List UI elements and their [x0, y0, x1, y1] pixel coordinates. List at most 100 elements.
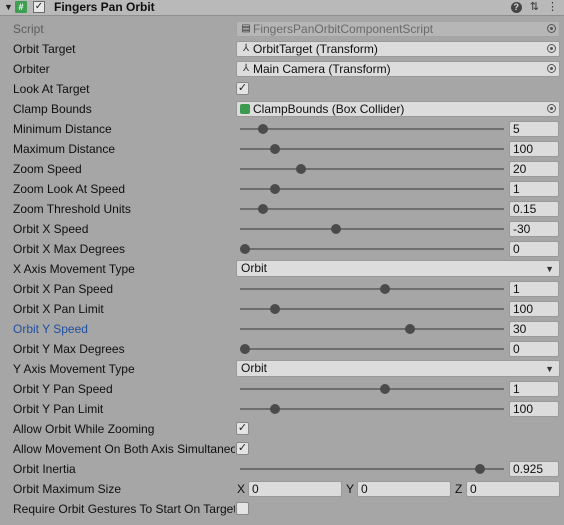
- field-label: Zoom Speed: [13, 162, 82, 176]
- slider-thumb[interactable]: [295, 164, 306, 174]
- slider-thumb[interactable]: [331, 224, 342, 234]
- slider[interactable]: [236, 179, 504, 199]
- field-label: Zoom Threshold Units: [13, 202, 131, 216]
- help-icon[interactable]: ?: [510, 2, 522, 13]
- field-label: Orbit Y Pan Limit: [13, 402, 104, 416]
- number-field[interactable]: 100: [509, 141, 559, 157]
- slider-track[interactable]: [240, 288, 504, 290]
- field-label: Minimum Distance: [13, 122, 112, 136]
- row-orbit-y-pan-speed: Orbit Y Pan Speed 1: [0, 379, 564, 399]
- field-label: Y Axis Movement Type: [13, 362, 135, 376]
- presets-icon[interactable]: ⇅: [530, 0, 539, 15]
- row-orbit-target: Orbit Target ⅄ OrbitTarget (Transform): [0, 39, 564, 59]
- row-allow-movement-both-axis: Allow Movement On Both Axis Simultaneous…: [0, 439, 564, 459]
- field-label: Zoom Look At Speed: [13, 182, 126, 196]
- slider[interactable]: [236, 159, 504, 179]
- slider[interactable]: [236, 399, 504, 419]
- dropdown-value: Orbit: [241, 361, 268, 375]
- object-picker-icon[interactable]: [547, 64, 556, 73]
- slider-thumb[interactable]: [240, 244, 250, 254]
- allow-movement-both-axis-checkbox[interactable]: ✓: [236, 442, 249, 455]
- slider[interactable]: [236, 319, 504, 339]
- row-orbit-y-speed: Orbit Y Speed 30: [0, 319, 564, 339]
- number-field[interactable]: 1: [509, 181, 559, 197]
- slider[interactable]: [236, 219, 504, 239]
- slider-thumb[interactable]: [270, 184, 281, 194]
- row-orbit-inertia: Orbit Inertia 0.925: [0, 459, 564, 479]
- clamp-bounds-object-field[interactable]: ClampBounds (Box Collider): [236, 101, 560, 117]
- number-field[interactable]: -30: [509, 221, 559, 237]
- number-field[interactable]: 20: [509, 161, 559, 177]
- slider-track[interactable]: [240, 348, 504, 350]
- row-zoom-speed: Zoom Speed 20: [0, 159, 564, 179]
- number-field[interactable]: 100: [509, 301, 559, 317]
- row-maximum-distance: Maximum Distance 100: [0, 139, 564, 159]
- slider-thumb[interactable]: [270, 304, 281, 314]
- number-field[interactable]: 5: [509, 121, 559, 137]
- slider-track[interactable]: [240, 128, 504, 130]
- slider-track[interactable]: [240, 248, 504, 250]
- row-x-axis-movement-type: X Axis Movement Type Orbit ▼: [0, 259, 564, 279]
- number-field[interactable]: 0.925: [509, 461, 559, 477]
- slider-track[interactable]: [240, 328, 504, 330]
- slider[interactable]: [236, 139, 504, 159]
- slider-thumb[interactable]: [474, 464, 485, 474]
- slider-track[interactable]: [240, 468, 504, 470]
- slider-thumb[interactable]: [405, 324, 416, 334]
- y-axis-movement-type-dropdown[interactable]: Orbit ▼: [236, 360, 560, 377]
- slider[interactable]: [236, 239, 504, 259]
- slider-track[interactable]: [240, 388, 504, 390]
- slider-thumb[interactable]: [257, 204, 268, 214]
- object-field-value: Main Camera (Transform): [253, 62, 391, 76]
- slider[interactable]: [236, 119, 504, 139]
- field-label: Orbit Maximum Size: [13, 482, 122, 496]
- slider-track[interactable]: [240, 208, 504, 210]
- require-orbit-gestures-checkbox[interactable]: [236, 502, 249, 515]
- slider-thumb[interactable]: [379, 284, 390, 294]
- vector-y-label: Y: [346, 482, 355, 496]
- slider[interactable]: [236, 199, 504, 219]
- slider-thumb[interactable]: [257, 124, 268, 134]
- slider-thumb[interactable]: [379, 384, 390, 394]
- slider-track[interactable]: [240, 228, 504, 230]
- number-field[interactable]: 100: [509, 401, 559, 417]
- collapse-arrow-icon[interactable]: ▼: [4, 2, 13, 12]
- slider[interactable]: [236, 299, 504, 319]
- orbit-target-object-field[interactable]: ⅄ OrbitTarget (Transform): [236, 41, 560, 57]
- slider[interactable]: [236, 279, 504, 299]
- field-label: Clamp Bounds: [13, 102, 92, 116]
- component-enabled-checkbox[interactable]: ✓: [33, 1, 45, 13]
- slider[interactable]: [236, 379, 504, 399]
- row-y-axis-movement-type: Y Axis Movement Type Orbit ▼: [0, 359, 564, 379]
- slider[interactable]: [236, 339, 504, 359]
- number-field[interactable]: 30: [509, 321, 559, 337]
- field-label: Look At Target: [13, 82, 90, 96]
- vector-z-field[interactable]: 0: [466, 481, 560, 497]
- dropdown-value: Orbit: [241, 261, 268, 275]
- object-field-value: OrbitTarget (Transform): [253, 42, 378, 56]
- number-field[interactable]: 1: [509, 281, 559, 297]
- context-menu-icon[interactable]: ⋮: [547, 0, 558, 15]
- object-picker-icon: [547, 24, 556, 33]
- x-axis-movement-type-dropdown[interactable]: Orbit ▼: [236, 260, 560, 277]
- number-field[interactable]: 0: [509, 341, 559, 357]
- row-orbit-x-speed: Orbit X Speed -30: [0, 219, 564, 239]
- slider-thumb[interactable]: [270, 404, 281, 414]
- field-label: Orbit X Speed: [13, 222, 89, 236]
- slider-thumb[interactable]: [270, 144, 281, 154]
- field-label: Script: [13, 22, 44, 36]
- vector-y-field[interactable]: 0: [357, 481, 451, 497]
- object-picker-icon[interactable]: [547, 104, 556, 113]
- number-field[interactable]: 0: [509, 241, 559, 257]
- slider[interactable]: [236, 459, 504, 479]
- slider-track[interactable]: [240, 168, 504, 170]
- allow-orbit-while-zooming-checkbox[interactable]: ✓: [236, 422, 249, 435]
- slider-thumb[interactable]: [240, 344, 250, 354]
- look-at-target-checkbox[interactable]: ✓: [236, 82, 249, 95]
- orbiter-object-field[interactable]: ⅄ Main Camera (Transform): [236, 61, 560, 77]
- box-collider-icon: [240, 104, 250, 114]
- vector-x-field[interactable]: 0: [248, 481, 342, 497]
- object-picker-icon[interactable]: [547, 44, 556, 53]
- number-field[interactable]: 1: [509, 381, 559, 397]
- number-field[interactable]: 0.15: [509, 201, 559, 217]
